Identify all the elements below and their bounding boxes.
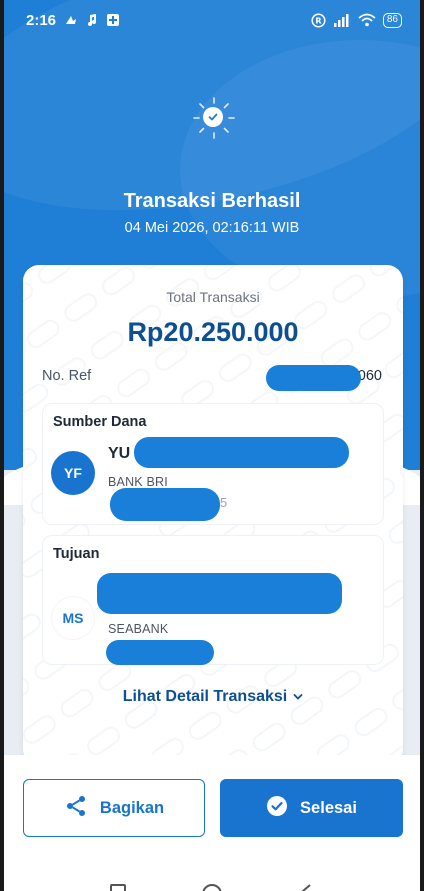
check-icon	[203, 107, 223, 127]
view-detail-link[interactable]: Lihat Detail Transaksi	[23, 688, 403, 706]
battery-icon: 86	[382, 12, 402, 28]
ref-number: 060	[357, 368, 382, 384]
destination-title: Tujuan	[53, 546, 100, 562]
check-circle-icon	[266, 795, 288, 822]
source-bank: BANK BRI	[108, 475, 168, 489]
success-icon	[192, 96, 236, 140]
page-title: Transaksi Berhasil	[123, 190, 301, 212]
total-label: Total Transaksi	[166, 289, 260, 305]
transaction-card: Total Transaksi Rp20.250.000 No. Ref 060…	[23, 265, 403, 765]
back-icon[interactable]	[300, 884, 314, 891]
share-label: Bagikan	[99, 798, 165, 817]
redaction-mask	[106, 640, 214, 665]
music-icon	[86, 13, 98, 27]
system-nav-bar	[0, 870, 424, 891]
source-title: Sumber Dana	[53, 414, 147, 430]
source-of-funds-section: Sumber Dana YF YU I BANK BRI 5	[42, 403, 384, 525]
total-amount: Rp20.250.000	[127, 317, 299, 347]
transaction-datetime: 04 Mei 2026, 02:16:11 WIB	[124, 220, 300, 236]
source-name: YU	[108, 445, 131, 462]
done-button[interactable]: Selesai	[220, 779, 403, 837]
app-notification-icon	[106, 13, 120, 27]
status-bar: 2:16 R 86	[0, 0, 424, 40]
destination-bank: SEABANK	[108, 622, 169, 636]
redaction-mask	[134, 437, 349, 468]
share-icon	[64, 794, 88, 823]
home-icon[interactable]	[202, 884, 222, 891]
chevron-down-icon	[293, 688, 303, 706]
redaction-mask	[97, 573, 342, 614]
wifi-icon	[358, 13, 376, 27]
source-account: 5	[220, 495, 228, 510]
registered-icon: R	[311, 12, 326, 28]
device-frame-right	[420, 0, 424, 891]
device-frame-left	[0, 0, 4, 891]
redaction-mask	[266, 365, 361, 391]
done-label: Selesai	[300, 798, 357, 817]
status-time: 2:16	[26, 11, 57, 29]
ref-label: No. Ref	[42, 368, 92, 384]
avatar: MS	[51, 596, 95, 640]
redaction-mask	[110, 488, 220, 521]
destination-section: Tujuan MS SEABANK	[42, 535, 384, 665]
signal-icon	[333, 13, 351, 27]
view-detail-label: Lihat Detail Transaksi	[122, 688, 288, 705]
share-button[interactable]: Bagikan	[23, 779, 205, 837]
recent-apps-icon[interactable]	[110, 884, 126, 891]
svg-text:R: R	[315, 16, 321, 25]
avatar: YF	[51, 451, 95, 495]
notification-icon	[64, 13, 78, 27]
